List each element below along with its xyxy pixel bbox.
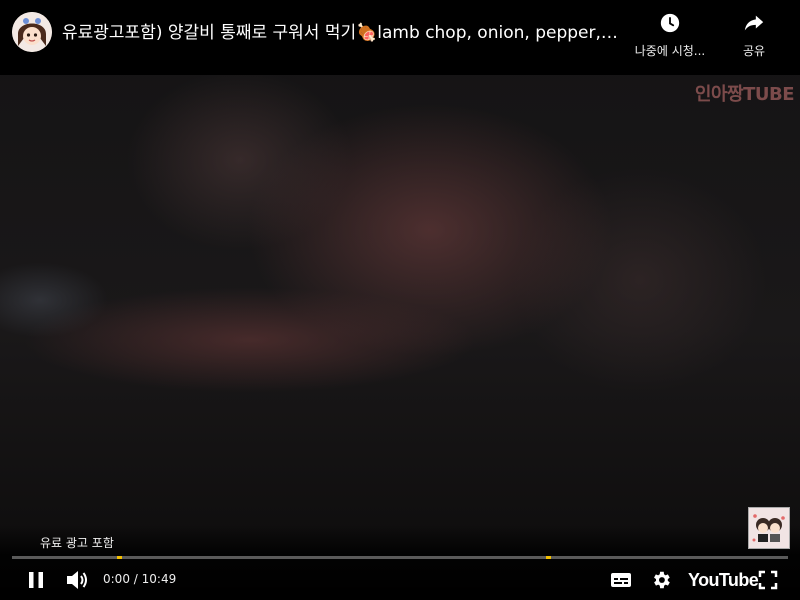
progress-bar[interactable] (12, 556, 788, 559)
settings-button[interactable] (647, 566, 675, 594)
subtitles-button[interactable] (607, 566, 635, 594)
paid-promotion-label: 유료 광고 포함 (40, 536, 114, 550)
volume-icon (67, 571, 87, 589)
subtitles-icon (611, 573, 631, 587)
thumbnail-image (749, 508, 789, 548)
gear-icon (654, 571, 670, 589)
share-button[interactable]: 공유 (730, 12, 778, 59)
pause-icon (29, 572, 43, 588)
time-separator: / (129, 572, 142, 586)
volume-button[interactable] (62, 566, 92, 594)
current-time: 0:00 (103, 572, 130, 586)
share-label: 공유 (742, 44, 766, 58)
video-frame[interactable] (0, 0, 800, 600)
fullscreen-button[interactable] (754, 566, 782, 594)
fullscreen-icon (758, 570, 778, 590)
controls-gradient (0, 525, 800, 600)
avatar-image (12, 12, 52, 52)
ad-marker (546, 556, 551, 559)
clock-icon (660, 13, 680, 33)
pause-button[interactable] (22, 566, 50, 594)
watch-later-button[interactable]: 나중에 시청... (626, 12, 714, 59)
youtube-logo[interactable]: YouTube (688, 570, 759, 591)
video-title[interactable]: 유료광고포함) 양갈비 통째로 구워서 먹기🍖lamb chop, onion,… (62, 22, 622, 44)
channel-thumbnail[interactable] (748, 507, 790, 549)
ad-marker (117, 556, 122, 559)
time-display: 0:00 / 10:49 (103, 572, 176, 586)
duration: 10:49 (141, 572, 177, 586)
channel-watermark: 인아짱TUBE (694, 84, 795, 105)
watch-later-label: 나중에 시청... (634, 44, 706, 58)
share-arrow-icon (744, 15, 764, 31)
channel-avatar[interactable] (12, 12, 52, 52)
